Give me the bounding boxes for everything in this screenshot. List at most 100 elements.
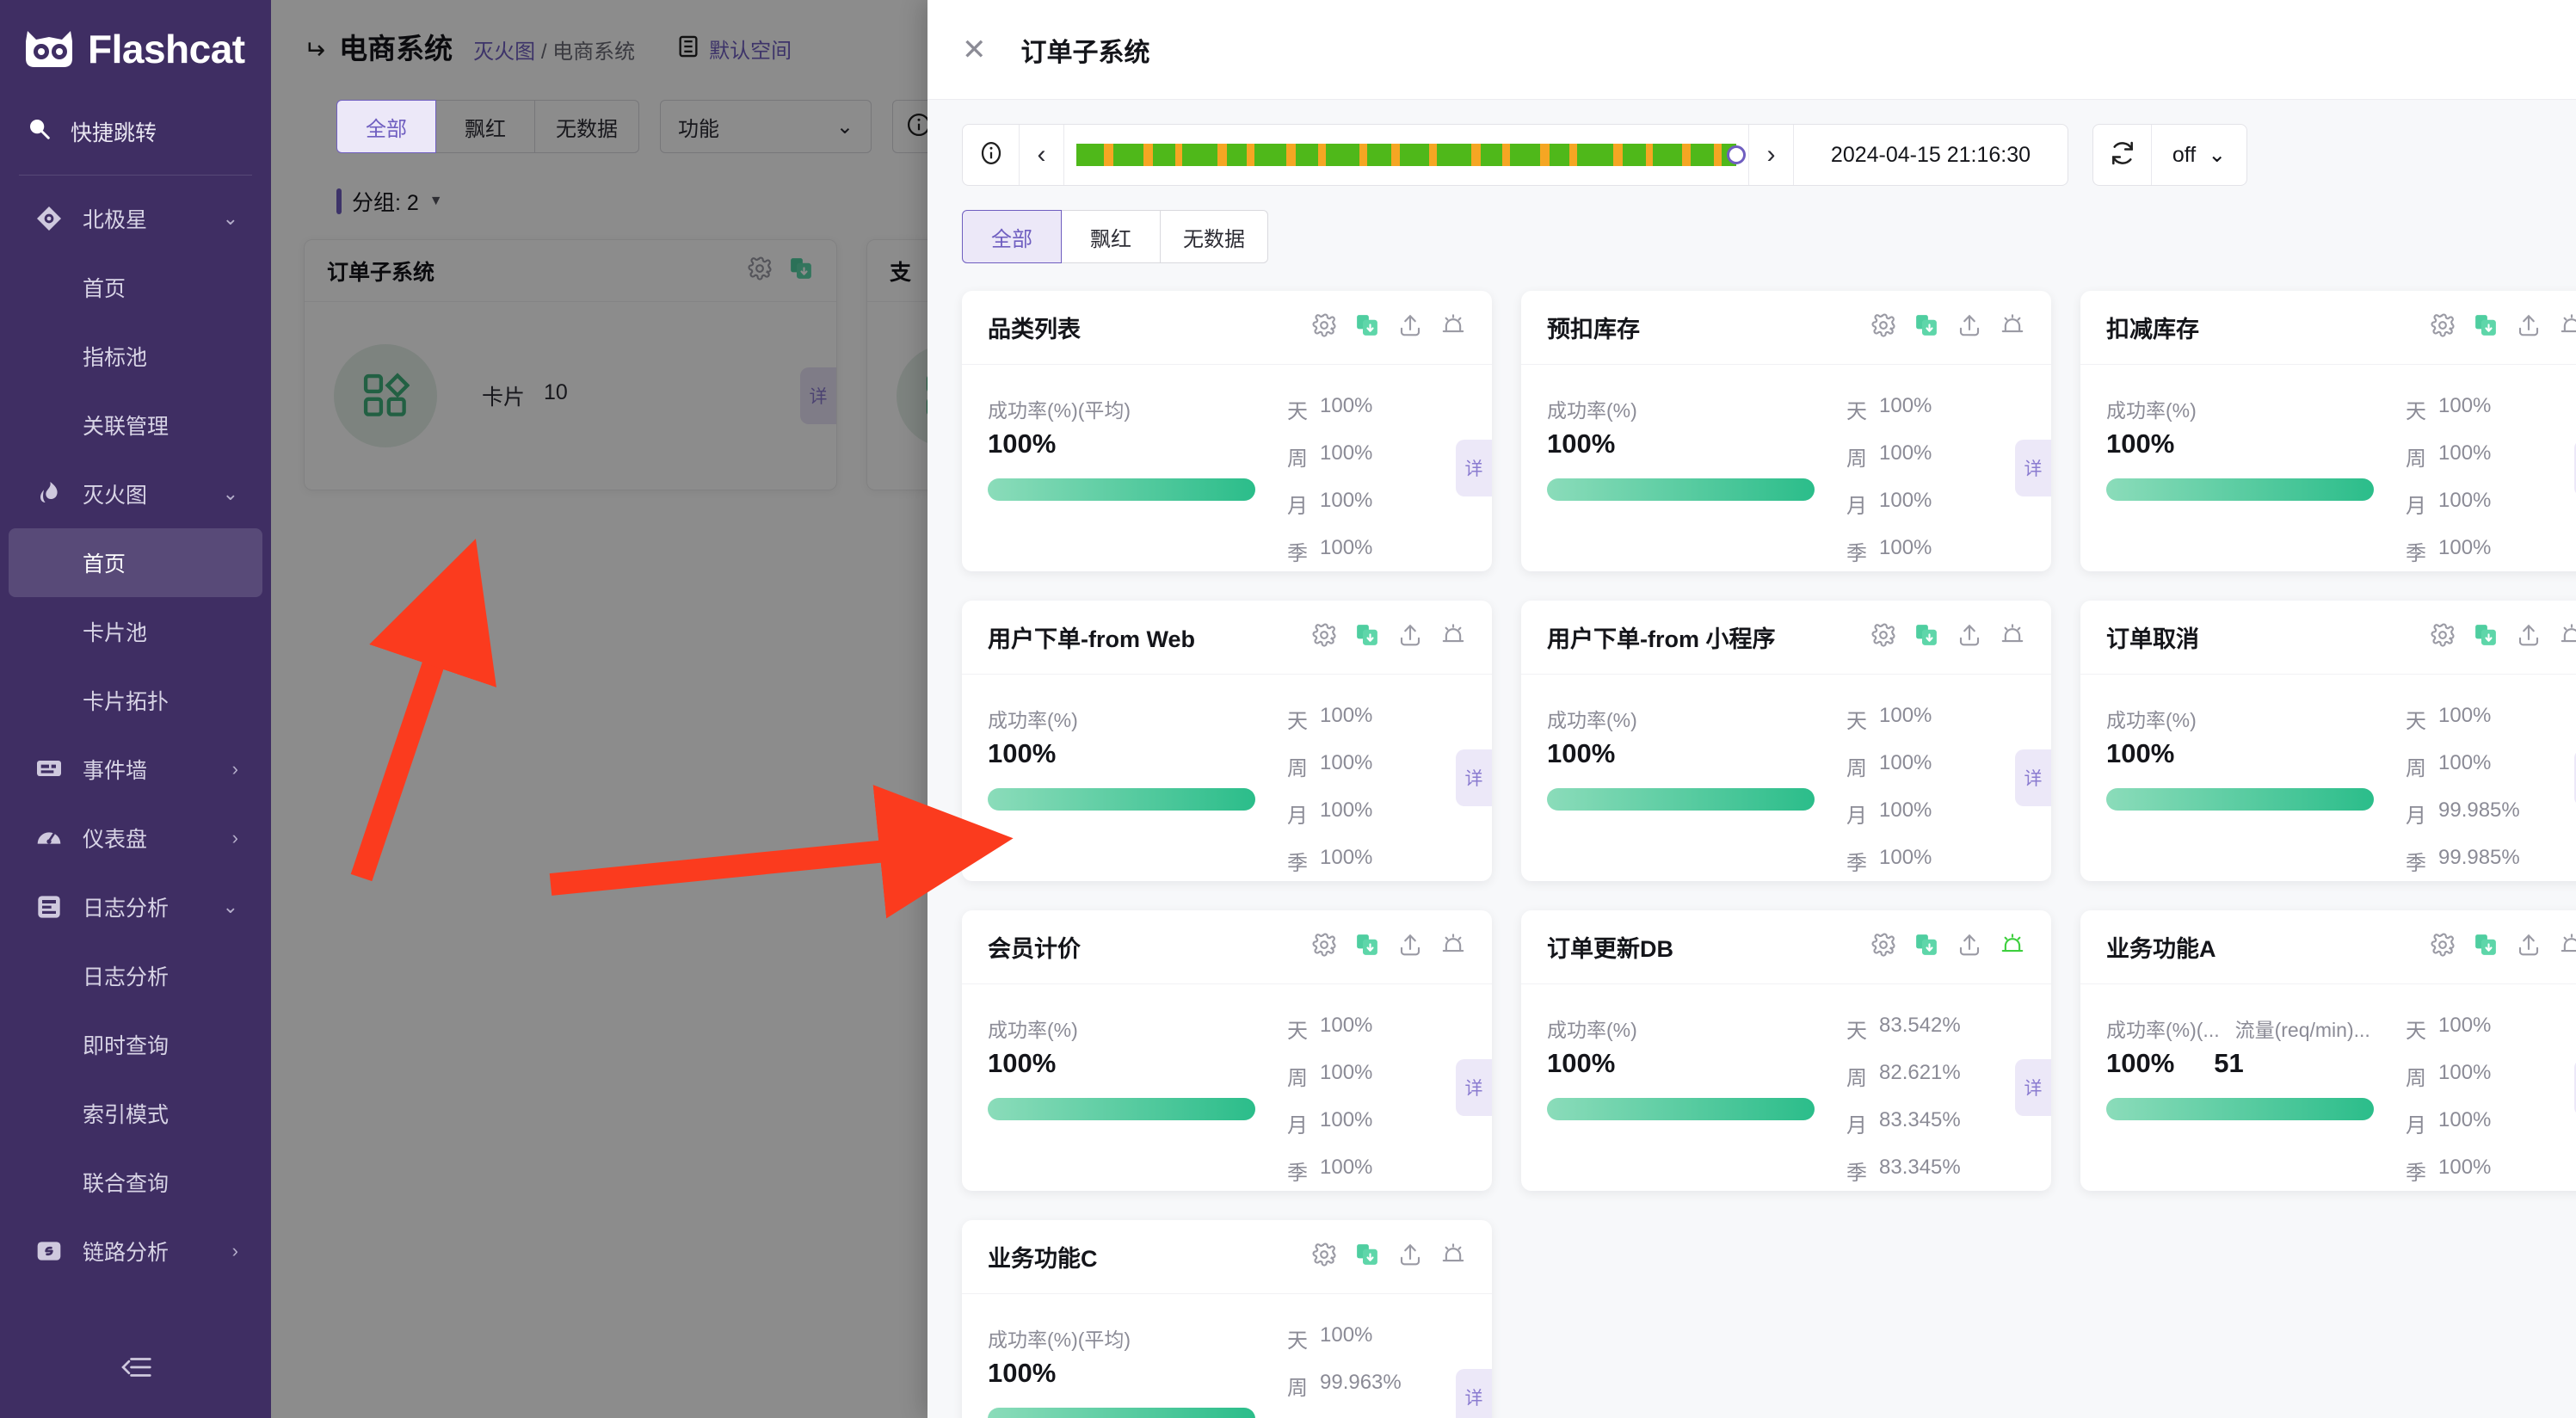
gear-icon[interactable] xyxy=(1311,932,1337,962)
drawer-filter-tab-2[interactable]: 无数据 xyxy=(1160,210,1268,263)
alarm-icon[interactable] xyxy=(1440,1242,1466,1272)
upload-icon[interactable] xyxy=(2516,932,2542,962)
sidebar-item-14[interactable]: 联合查询 xyxy=(9,1148,262,1217)
copy-down-icon[interactable] xyxy=(1354,622,1380,652)
metric-card[interactable]: 预扣库存 成功率(%) 100% 天 100% 周 100% 月 100% 季 … xyxy=(1521,291,2051,571)
main-filter-tab-1[interactable]: 飘红 xyxy=(435,100,535,153)
sidebar-item-12[interactable]: 即时查询 xyxy=(9,1010,262,1079)
metric-card[interactable]: 业务功能C 成功率(%)(平均) 100% 天 100% 周 99.963% 月… xyxy=(962,1220,1492,1418)
detail-tab[interactable]: 详 xyxy=(2015,440,2051,496)
alarm-icon[interactable] xyxy=(1440,312,1466,342)
period-name: 季 xyxy=(2406,542,2426,565)
copy-down-icon[interactable] xyxy=(1354,932,1380,962)
timeline-handle[interactable] xyxy=(1727,145,1746,164)
sidebar-item-0[interactable]: 北极星 ⌄ xyxy=(9,184,262,253)
alarm-icon[interactable] xyxy=(2000,932,2025,962)
next-period-button[interactable]: › xyxy=(1749,125,1794,185)
gear-icon[interactable] xyxy=(1311,312,1337,342)
alarm-icon[interactable] xyxy=(2000,312,2025,342)
copy-down-icon[interactable] xyxy=(1914,622,1939,652)
refresh-button[interactable] xyxy=(2093,125,2152,185)
upload-icon[interactable] xyxy=(2516,622,2542,652)
gear-icon[interactable] xyxy=(747,256,773,286)
upload-icon[interactable] xyxy=(1397,932,1423,962)
gear-icon[interactable] xyxy=(2430,622,2456,652)
sidebar-item-10[interactable]: 日志分析 ⌄ xyxy=(9,872,262,941)
copy-down-icon[interactable] xyxy=(1914,932,1939,962)
copy-down-icon[interactable] xyxy=(2473,622,2499,652)
copy-down-icon[interactable] xyxy=(1914,312,1939,342)
metric-card[interactable]: 会员计价 成功率(%) 100% 天 100% 周 100% 月 100% 季 … xyxy=(962,910,1492,1191)
prev-period-button[interactable]: ‹ xyxy=(1020,125,1064,185)
metric-card[interactable]: 扣减库存 成功率(%) 100% 天 100% 周 100% 月 100% 季 … xyxy=(2080,291,2576,571)
gear-icon[interactable] xyxy=(2430,312,2456,342)
drawer-filter-tab-1[interactable]: 飘红 xyxy=(1061,210,1161,263)
gear-icon[interactable] xyxy=(2430,932,2456,962)
gear-icon[interactable] xyxy=(1870,932,1896,962)
alarm-icon[interactable] xyxy=(2000,622,2025,652)
gear-icon[interactable] xyxy=(1311,622,1337,652)
metric-card[interactable]: 用户下单-from Web 成功率(%) 100% 天 100% 周 100% … xyxy=(962,601,1492,881)
copy-down-icon[interactable] xyxy=(788,256,814,286)
sidebar-item-11[interactable]: 日志分析 xyxy=(9,941,262,1010)
copy-down-icon[interactable] xyxy=(1354,312,1380,342)
sidebar-collapse-button[interactable] xyxy=(0,1339,271,1399)
background-card[interactable]: 订单子系统 卡片 10 详 xyxy=(304,239,837,490)
breadcrumb-link[interactable]: 灭火图 xyxy=(473,40,535,64)
upload-icon[interactable] xyxy=(2516,312,2542,342)
copy-down-icon[interactable] xyxy=(2473,932,2499,962)
metric-card[interactable]: 订单取消 成功率(%) 100% 天 100% 周 100% 月 99.985%… xyxy=(2080,601,2576,881)
sidebar-item-8[interactable]: 事件墙 › xyxy=(9,735,262,804)
sidebar-item-13[interactable]: 索引模式 xyxy=(9,1079,262,1148)
detail-tab[interactable]: 详 xyxy=(1456,440,1492,496)
sidebar-item-4[interactable]: 灭火图 ⌄ xyxy=(9,459,262,528)
main-filter-tab-2[interactable]: 无数据 xyxy=(534,100,639,153)
detail-tab[interactable]: 详 xyxy=(1456,1059,1492,1116)
copy-down-icon[interactable] xyxy=(2473,312,2499,342)
sidebar-item-7[interactable]: 卡片拓扑 xyxy=(9,666,262,735)
upload-icon[interactable] xyxy=(1957,932,1982,962)
sidebar-item-9[interactable]: 仪表盘 › xyxy=(9,804,262,872)
sidebar-item-2[interactable]: 指标池 xyxy=(9,322,262,391)
metric-card[interactable]: 用户下单-from 小程序 成功率(%) 100% 天 100% 周 100% … xyxy=(1521,601,2051,881)
back-icon[interactable]: ↵ xyxy=(304,35,325,65)
detail-tab[interactable]: 详 xyxy=(1456,749,1492,806)
main-filter-tab-0[interactable]: 全部 xyxy=(336,100,436,153)
sidebar-item-3[interactable]: 关联管理 xyxy=(9,391,262,459)
alarm-icon[interactable] xyxy=(2559,622,2576,652)
timeline-slider[interactable] xyxy=(1064,125,1749,185)
metric-card[interactable]: 订单更新DB 成功率(%) 100% 天 83.542% 周 82.621% 月… xyxy=(1521,910,2051,1191)
detail-tab[interactable]: 详 xyxy=(1456,1369,1492,1418)
timeline-track[interactable] xyxy=(1076,144,1746,166)
gear-icon[interactable] xyxy=(1870,312,1896,342)
sidebar-item-quick-jump[interactable]: 快捷跳转 xyxy=(0,103,271,159)
sidebar-item-1[interactable]: 首页 xyxy=(9,253,262,322)
detail-tab[interactable]: 详 xyxy=(800,367,836,424)
sidebar-item-5[interactable]: 首页 xyxy=(9,528,262,597)
upload-icon[interactable] xyxy=(1957,312,1982,342)
timeline-info-button[interactable] xyxy=(963,125,1020,185)
upload-icon[interactable] xyxy=(1397,312,1423,342)
alarm-icon[interactable] xyxy=(1440,932,1466,962)
sidebar-item-6[interactable]: 卡片池 xyxy=(9,597,262,666)
date-display[interactable]: 2024-04-15 21:16:30 xyxy=(1794,125,2068,185)
drawer-filter-tab-0[interactable]: 全部 xyxy=(962,210,1062,263)
close-icon[interactable]: ✕ xyxy=(962,35,987,65)
upload-icon[interactable] xyxy=(1957,622,1982,652)
upload-icon[interactable] xyxy=(1397,622,1423,652)
metric-card[interactable]: 业务功能A 成功率(%)(... 流量(req/min)... 100% 51 天 … xyxy=(2080,910,2576,1191)
detail-tab[interactable]: 详 xyxy=(2015,1059,2051,1116)
sidebar-item-15[interactable]: 链路分析 › xyxy=(9,1217,262,1285)
gear-icon[interactable] xyxy=(1311,1242,1337,1272)
function-select[interactable]: 功能 ⌄ xyxy=(660,100,872,153)
alarm-icon[interactable] xyxy=(2559,312,2576,342)
space-chip[interactable]: 默认空间 xyxy=(676,34,792,64)
refresh-interval-select[interactable]: off ⌄ xyxy=(2152,125,2246,185)
metric-card[interactable]: 品类列表 成功率(%)(平均) 100% 天 100% 周 100% 月 100… xyxy=(962,291,1492,571)
upload-icon[interactable] xyxy=(1397,1242,1423,1272)
detail-tab[interactable]: 详 xyxy=(2015,749,2051,806)
copy-down-icon[interactable] xyxy=(1354,1242,1380,1272)
alarm-icon[interactable] xyxy=(1440,622,1466,652)
gear-icon[interactable] xyxy=(1870,622,1896,652)
alarm-icon[interactable] xyxy=(2559,932,2576,962)
